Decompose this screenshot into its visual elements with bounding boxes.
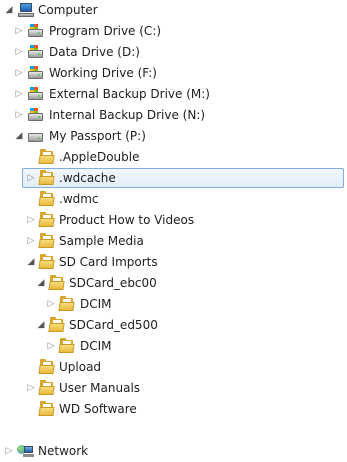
tree-item-label: SDCard_ed500 (69, 318, 158, 332)
computer-icon (17, 2, 34, 18)
tree-item-wdcache[interactable]: ▷ .wdcache (0, 168, 347, 189)
tree-item-label: DCIM (80, 339, 112, 353)
tree-item-label: My Passport (P:) (49, 129, 146, 143)
collapsed-triangle-icon[interactable]: ▷ (46, 298, 56, 310)
tree-item-dcim-2[interactable]: ▷ DCIM (0, 336, 347, 357)
collapsed-triangle-icon[interactable]: ▷ (46, 340, 56, 352)
tree-item-program-drive[interactable]: ▷ Program Drive (C:) (0, 21, 347, 42)
tree-item-label: Program Drive (C:) (49, 24, 162, 38)
tree-item-sdcard-ed500[interactable]: ◢ SDCard_ed500 (0, 315, 347, 336)
tree-item-wdmc[interactable]: .wdmc (0, 189, 347, 210)
tree-item-label: Computer (38, 3, 98, 17)
navigation-tree: ◢ Computer ▷ Program Drive (C:) ▷ Data D… (0, 0, 347, 462)
tree-item-external-backup-drive[interactable]: ▷ External Backup Drive (M:) (0, 84, 347, 105)
tree-item-network[interactable]: ▷ Network (0, 441, 347, 462)
drive-icon (27, 65, 44, 81)
expanded-triangle-icon[interactable]: ◢ (36, 277, 46, 289)
tree-item-dcim-1[interactable]: ▷ DCIM (0, 294, 347, 315)
collapsed-triangle-icon[interactable]: ▷ (14, 46, 24, 58)
collapsed-triangle-icon[interactable]: ▷ (14, 109, 24, 121)
tree-item-label: .wdcache (59, 171, 116, 185)
tree-item-label: External Backup Drive (M:) (49, 87, 210, 101)
folder-icon (38, 233, 55, 249)
folder-icon (38, 149, 55, 165)
collapsed-triangle-icon[interactable]: ▷ (26, 382, 36, 394)
tree-item-label: Working Drive (F:) (49, 66, 157, 80)
tree-item-wd-software[interactable]: WD Software (0, 399, 347, 420)
tree-item-label: SDCard_ebc00 (69, 276, 157, 290)
tree-item-label: .AppleDouble (59, 150, 140, 164)
tree-item-label: .wdmc (59, 192, 99, 206)
tree-item-label: Internal Backup Drive (N:) (49, 108, 206, 122)
folder-icon (38, 401, 55, 417)
tree-item-label: Sample Media (59, 234, 144, 248)
drive-icon (27, 44, 44, 60)
tree-item-sd-card-imports[interactable]: ◢ SD Card Imports (0, 252, 347, 273)
network-icon (17, 443, 34, 459)
collapsed-triangle-icon[interactable]: ▷ (14, 67, 24, 79)
collapsed-triangle-icon[interactable]: ▷ (14, 88, 24, 100)
tree-item-upload[interactable]: Upload (0, 357, 347, 378)
drive-icon (27, 86, 44, 102)
drive-icon (27, 128, 44, 144)
tree-item-internal-backup-drive[interactable]: ▷ Internal Backup Drive (N:) (0, 105, 347, 126)
tree-item-my-passport[interactable]: ◢ My Passport (P:) (0, 126, 347, 147)
collapsed-triangle-icon[interactable]: ▷ (26, 214, 36, 226)
tree-item-label: Product How to Videos (59, 213, 195, 227)
tree-item-label: User Manuals (59, 381, 141, 395)
folder-icon (38, 254, 55, 270)
tree-item-appledouble[interactable]: .AppleDouble (0, 147, 347, 168)
collapsed-triangle-icon[interactable]: ▷ (4, 445, 14, 457)
tree-item-label: Upload (59, 360, 102, 374)
expanded-triangle-icon[interactable]: ◢ (36, 319, 46, 331)
folder-icon (38, 191, 55, 207)
folder-icon (38, 170, 55, 186)
folder-icon (38, 380, 55, 396)
tree-item-label: Network (38, 444, 89, 458)
expanded-triangle-icon[interactable]: ◢ (14, 130, 24, 142)
collapsed-triangle-icon[interactable]: ▷ (26, 172, 36, 184)
expanded-triangle-icon[interactable]: ◢ (26, 256, 36, 268)
tree-item-sdcard-ebc00[interactable]: ◢ SDCard_ebc00 (0, 273, 347, 294)
folder-icon (58, 338, 75, 354)
expanded-triangle-icon[interactable]: ◢ (4, 4, 14, 16)
folder-icon (38, 359, 55, 375)
tree-item-user-manuals[interactable]: ▷ User Manuals (0, 378, 347, 399)
tree-item-product-how-to-videos[interactable]: ▷ Product How to Videos (0, 210, 347, 231)
tree-item-computer[interactable]: ◢ Computer (0, 0, 347, 21)
tree-item-label: SD Card Imports (59, 255, 158, 269)
collapsed-triangle-icon[interactable]: ▷ (26, 235, 36, 247)
tree-item-data-drive[interactable]: ▷ Data Drive (D:) (0, 42, 347, 63)
folder-icon (38, 212, 55, 228)
drive-icon (27, 23, 44, 39)
tree-item-label: Data Drive (D:) (49, 45, 140, 59)
tree-item-working-drive[interactable]: ▷ Working Drive (F:) (0, 63, 347, 84)
folder-icon (48, 275, 65, 291)
collapsed-triangle-icon[interactable]: ▷ (14, 25, 24, 37)
tree-item-sample-media[interactable]: ▷ Sample Media (0, 231, 347, 252)
tree-item-label: WD Software (59, 402, 137, 416)
tree-item-label: DCIM (80, 297, 112, 311)
folder-icon (48, 317, 65, 333)
folder-icon (58, 296, 75, 312)
drive-icon (27, 107, 44, 123)
